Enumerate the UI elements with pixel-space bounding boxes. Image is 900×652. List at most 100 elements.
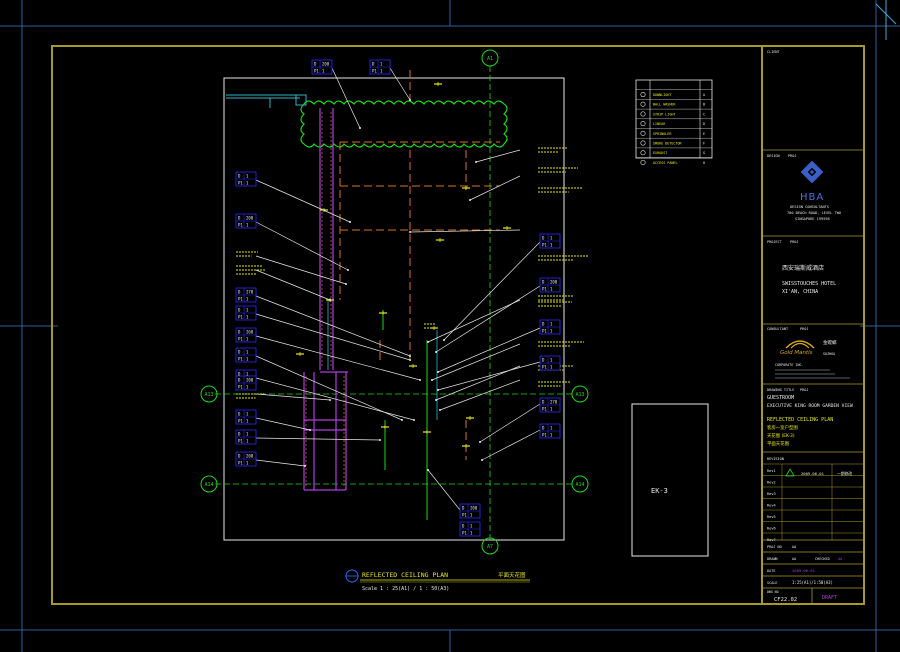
project-name-en-2: XI'AN, CHINA <box>782 289 818 295</box>
leader-line <box>255 335 421 381</box>
fixture-tag: D1P11 <box>235 171 257 187</box>
revision-row-label: Rev2 <box>767 481 776 485</box>
leader-line <box>331 67 361 129</box>
fixture-symbol <box>379 311 387 315</box>
client-label: CLIENT <box>767 50 781 54</box>
note-text-lines <box>236 265 262 271</box>
legend-row-code: A <box>703 93 705 97</box>
plan-title-block: REFLECTED CEILING PLAN Scale 1 : 25(A1) … <box>345 569 530 592</box>
orange-hatch <box>305 112 345 488</box>
leader-line <box>255 221 349 271</box>
fixture-tag-text: P1 <box>238 357 243 362</box>
fixture-tag-text: P1 <box>238 337 243 342</box>
legend-row: WALL WASHER B <box>640 101 705 107</box>
legend-row-code: H <box>703 161 705 165</box>
legend-row: SMOKE DETECTOR F <box>640 140 705 146</box>
dwg-no-value: CF22.02 <box>774 597 797 603</box>
fixture-tag-text: 200 <box>246 378 254 383</box>
fixture-tag-text: P1 <box>372 69 377 74</box>
magenta-walls <box>303 108 348 491</box>
leader-line <box>481 429 541 461</box>
leader-line <box>255 437 381 441</box>
legend-row-code: E <box>703 132 705 136</box>
legend-row: SPRINKLER E <box>640 130 705 136</box>
project-label-2: PROJ <box>790 240 798 244</box>
date-label: DATE <box>767 569 775 573</box>
drawing-title-label: DRAWING TITLE <box>767 388 794 392</box>
fixture-symbol <box>462 186 470 190</box>
fixture-tag-text: P1 <box>542 407 547 412</box>
leader-line <box>443 241 541 341</box>
grid-bubble-a14_left: A14 <box>200 475 218 493</box>
leader-line <box>439 379 521 411</box>
checked-value: AA <box>838 557 843 561</box>
note-text-lines <box>236 251 258 257</box>
plan-boundary <box>223 77 565 541</box>
leader-line <box>255 179 351 223</box>
room-name-1: GUESTROOM <box>767 395 794 401</box>
fixture-tag-text: P1 <box>462 531 467 536</box>
fixture-tag: D1P11 <box>235 429 257 445</box>
fixture-tag: D1P11 <box>539 233 561 249</box>
legend-row-desc: SPRINKLER <box>653 132 672 136</box>
fixture-tag: D1P11 <box>235 409 257 425</box>
dwg-no-label: DWG NO <box>767 590 779 594</box>
fixture-tag: D1P11 <box>369 59 391 75</box>
fixture-symbol <box>296 352 304 356</box>
lighting-runs <box>339 70 500 460</box>
fixture-tag-text: P1 <box>238 461 243 466</box>
revision-row-label: Rev5 <box>767 515 776 519</box>
fixture-symbol <box>462 444 470 448</box>
revision-row-label: Rev7 <box>767 538 776 542</box>
leader-line <box>255 355 403 421</box>
legend-row-desc: STRIP LIGHT <box>653 112 675 116</box>
fixture-tags: D 200P1 1 D 1P1 1 D 1P1 1 D 200P1 1 D 270P1 1 D 1P1 1 D 260… <box>235 59 561 537</box>
fixture-tag-text: 270 <box>550 400 558 405</box>
date-value: 2009.06.01 <box>792 568 816 573</box>
fixture-symbol <box>436 238 444 242</box>
fixture-symbol <box>381 425 389 429</box>
drawing-title-label-2: PROJ <box>800 388 808 392</box>
fixture-tag-text: P1 <box>314 69 319 74</box>
gold-mantis-sub-2: SUZHOU <box>823 352 835 356</box>
hba-sub-2: 700 BEACH ROAD, LEVEL TWO <box>787 211 841 215</box>
note-text-lines <box>538 167 578 173</box>
leader-line <box>431 343 521 381</box>
note-text-lines <box>538 301 572 307</box>
fixture-tag: D 200P1 1 <box>235 451 257 467</box>
legend-row-desc: EXHAUST <box>653 151 667 155</box>
stamp-text: DRAFT <box>822 595 837 601</box>
wall-detail-top <box>226 94 307 108</box>
grid-bubbles: A1 A7 A13 A13 A14 A14 <box>200 49 589 555</box>
design-label-2: PROJ <box>788 154 796 158</box>
fixture-tag: D 200P1 1 <box>539 277 561 293</box>
leader-line <box>427 299 521 343</box>
grid-bubble-label: A1 <box>487 56 493 62</box>
revision-row-label: Rev1 <box>767 469 776 473</box>
ek-key-plan-box <box>631 403 709 557</box>
fixture-tag-text: 260 <box>246 330 254 335</box>
leader-line <box>437 361 541 391</box>
scale-value: 1:25(A1)/1:50(A3) <box>792 580 833 585</box>
legend-row-desc: LINEAR <box>653 122 666 126</box>
gold-mantis-sub-1: CORPORATE INC. <box>775 363 804 367</box>
legend-row-code: B <box>703 103 705 107</box>
project-label: PROJECT <box>767 240 783 244</box>
leader-line <box>389 67 411 101</box>
proj-no-label: PROJ NO <box>767 545 782 549</box>
room-name-2: EXECUTIVE KING ROOM GARDEN VIEW <box>767 403 853 409</box>
plan-title-text: REFLECTED CEILING PLAN <box>362 571 448 579</box>
grid-bubble-a13_left: A13 <box>200 385 218 403</box>
proj-no-value: AA <box>792 545 797 549</box>
sheet-title-cn-2: 天花图 (EK-3) <box>767 432 795 439</box>
revision-warning-icon <box>785 468 795 477</box>
fixture-tag: D1P11 <box>235 305 257 321</box>
leader-line <box>479 403 541 443</box>
fixture-tag: D1P11 <box>459 521 481 537</box>
leader-lines <box>255 67 541 511</box>
title-block: CLIENT DESIGN PROJ HBA DESIGN CONSULTANT… <box>762 50 864 604</box>
grid-bubble-label: A14 <box>575 482 584 488</box>
fixture-tag: D 200P1 1 <box>311 59 333 75</box>
legend-row: LINEAR D <box>640 121 705 127</box>
scale-label: SCALE <box>767 581 778 585</box>
